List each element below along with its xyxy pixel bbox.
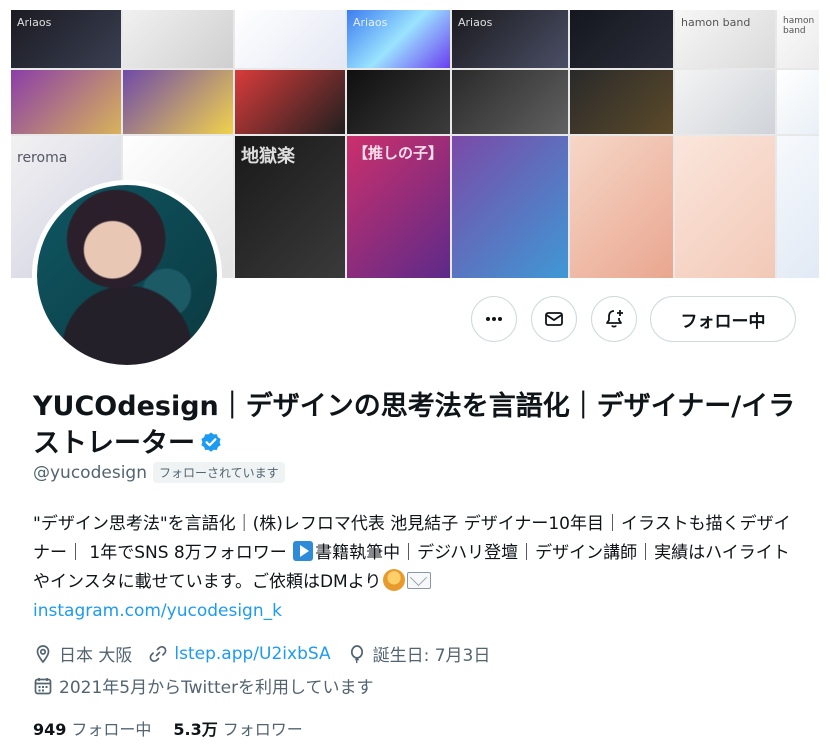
- profile-meta: 日本 大阪 lstep.app/U2ixbSA 誕生日: 7月3日: [33, 641, 506, 666]
- joined-item: 2021年5月からTwitterを利用しています: [33, 673, 374, 698]
- banner-tile: hamon band: [777, 10, 819, 68]
- banner-tile: [570, 136, 673, 278]
- follow-stats: 949 フォロー中 5.3万 フォロワー: [33, 716, 325, 740]
- website-item: lstep.app/U2ixbSA: [148, 644, 331, 664]
- location-item: 日本 大阪: [33, 641, 132, 666]
- display-name: YUCOdesign｜デザインの思考法を言語化｜デザイナー/イラストレーター: [33, 391, 796, 459]
- followers-label: フォロワー: [222, 720, 303, 739]
- website-link[interactable]: lstep.app/U2ixbSA: [174, 644, 330, 664]
- follows-you-badge: フォローされています: [152, 462, 285, 483]
- link-icon: [149, 645, 167, 662]
- play-button-emoji-icon: [293, 541, 314, 561]
- location-text: 日本 大阪: [59, 646, 133, 666]
- banner-tile: [452, 70, 568, 134]
- profile-name: YUCOdesign｜デザインの思考法を言語化｜デザイナー/イラストレーター: [33, 388, 803, 465]
- bio-link[interactable]: instagram.com/yucodesign_k: [33, 601, 282, 621]
- username-handle: @yucodesign: [33, 462, 147, 483]
- followers-stat-link[interactable]: 5.3万 フォロワー: [173, 716, 302, 740]
- envelope-icon: [545, 312, 563, 326]
- location-pin-icon: [36, 644, 50, 663]
- following-stat-link[interactable]: 949 フォロー中: [33, 716, 151, 740]
- profile-avatar[interactable]: [32, 180, 222, 370]
- banner-tile: Ariaos: [452, 10, 568, 68]
- banner-tile: [777, 70, 819, 134]
- birthday-item: 誕生日: 7月3日: [347, 641, 491, 666]
- banner-tile: [235, 10, 345, 68]
- more-dots-icon: [486, 317, 502, 321]
- banner-tile: [123, 10, 233, 68]
- banner-tile: [235, 70, 345, 134]
- notifications-button[interactable]: [591, 296, 637, 342]
- banner-tile: [675, 70, 775, 134]
- message-button[interactable]: [531, 296, 577, 342]
- following-label: フォロー中: [71, 720, 152, 739]
- person-bowing-emoji-icon: [383, 569, 406, 591]
- joined-text: 2021年5月からTwitterを利用しています: [59, 678, 374, 698]
- banner-tile: [123, 70, 233, 134]
- envelope-emoji-icon: [407, 572, 432, 589]
- banner-tile: [11, 70, 121, 134]
- verified-badge-icon[interactable]: [199, 428, 223, 465]
- banner-tile: 【推しの子】: [347, 136, 450, 278]
- following-button[interactable]: フォロー中: [650, 296, 796, 342]
- banner-tile: Ariaos: [347, 10, 450, 68]
- avatar-photo: [37, 185, 217, 365]
- calendar-icon: [34, 677, 52, 694]
- banner-tile: 地獄楽: [235, 136, 345, 278]
- banner-tile: hamon band: [675, 10, 775, 68]
- banner-tile: [347, 70, 450, 134]
- followers-count: 5.3万: [173, 720, 218, 739]
- following-count: 949: [33, 720, 67, 739]
- bell-plus-icon: [606, 310, 623, 328]
- handle-row: @yucodesign フォローされています: [33, 462, 285, 483]
- birthday-text: 誕生日: 7月3日: [372, 646, 491, 666]
- banner-tile: [570, 10, 673, 68]
- banner-tile: [452, 136, 568, 278]
- banner-tile: Ariaos: [11, 10, 121, 68]
- banner-tile: [675, 136, 775, 278]
- profile-bio: "デザイン思考法"を言語化｜(株)レフロマ代表 池見結子 デザイナー10年目｜イ…: [33, 510, 803, 626]
- banner-tile: [570, 70, 673, 134]
- joined-row: 2021年5月からTwitterを利用しています: [33, 673, 390, 698]
- balloon-icon: [350, 644, 363, 663]
- more-options-button[interactable]: [471, 296, 517, 342]
- banner-tile: [777, 136, 819, 278]
